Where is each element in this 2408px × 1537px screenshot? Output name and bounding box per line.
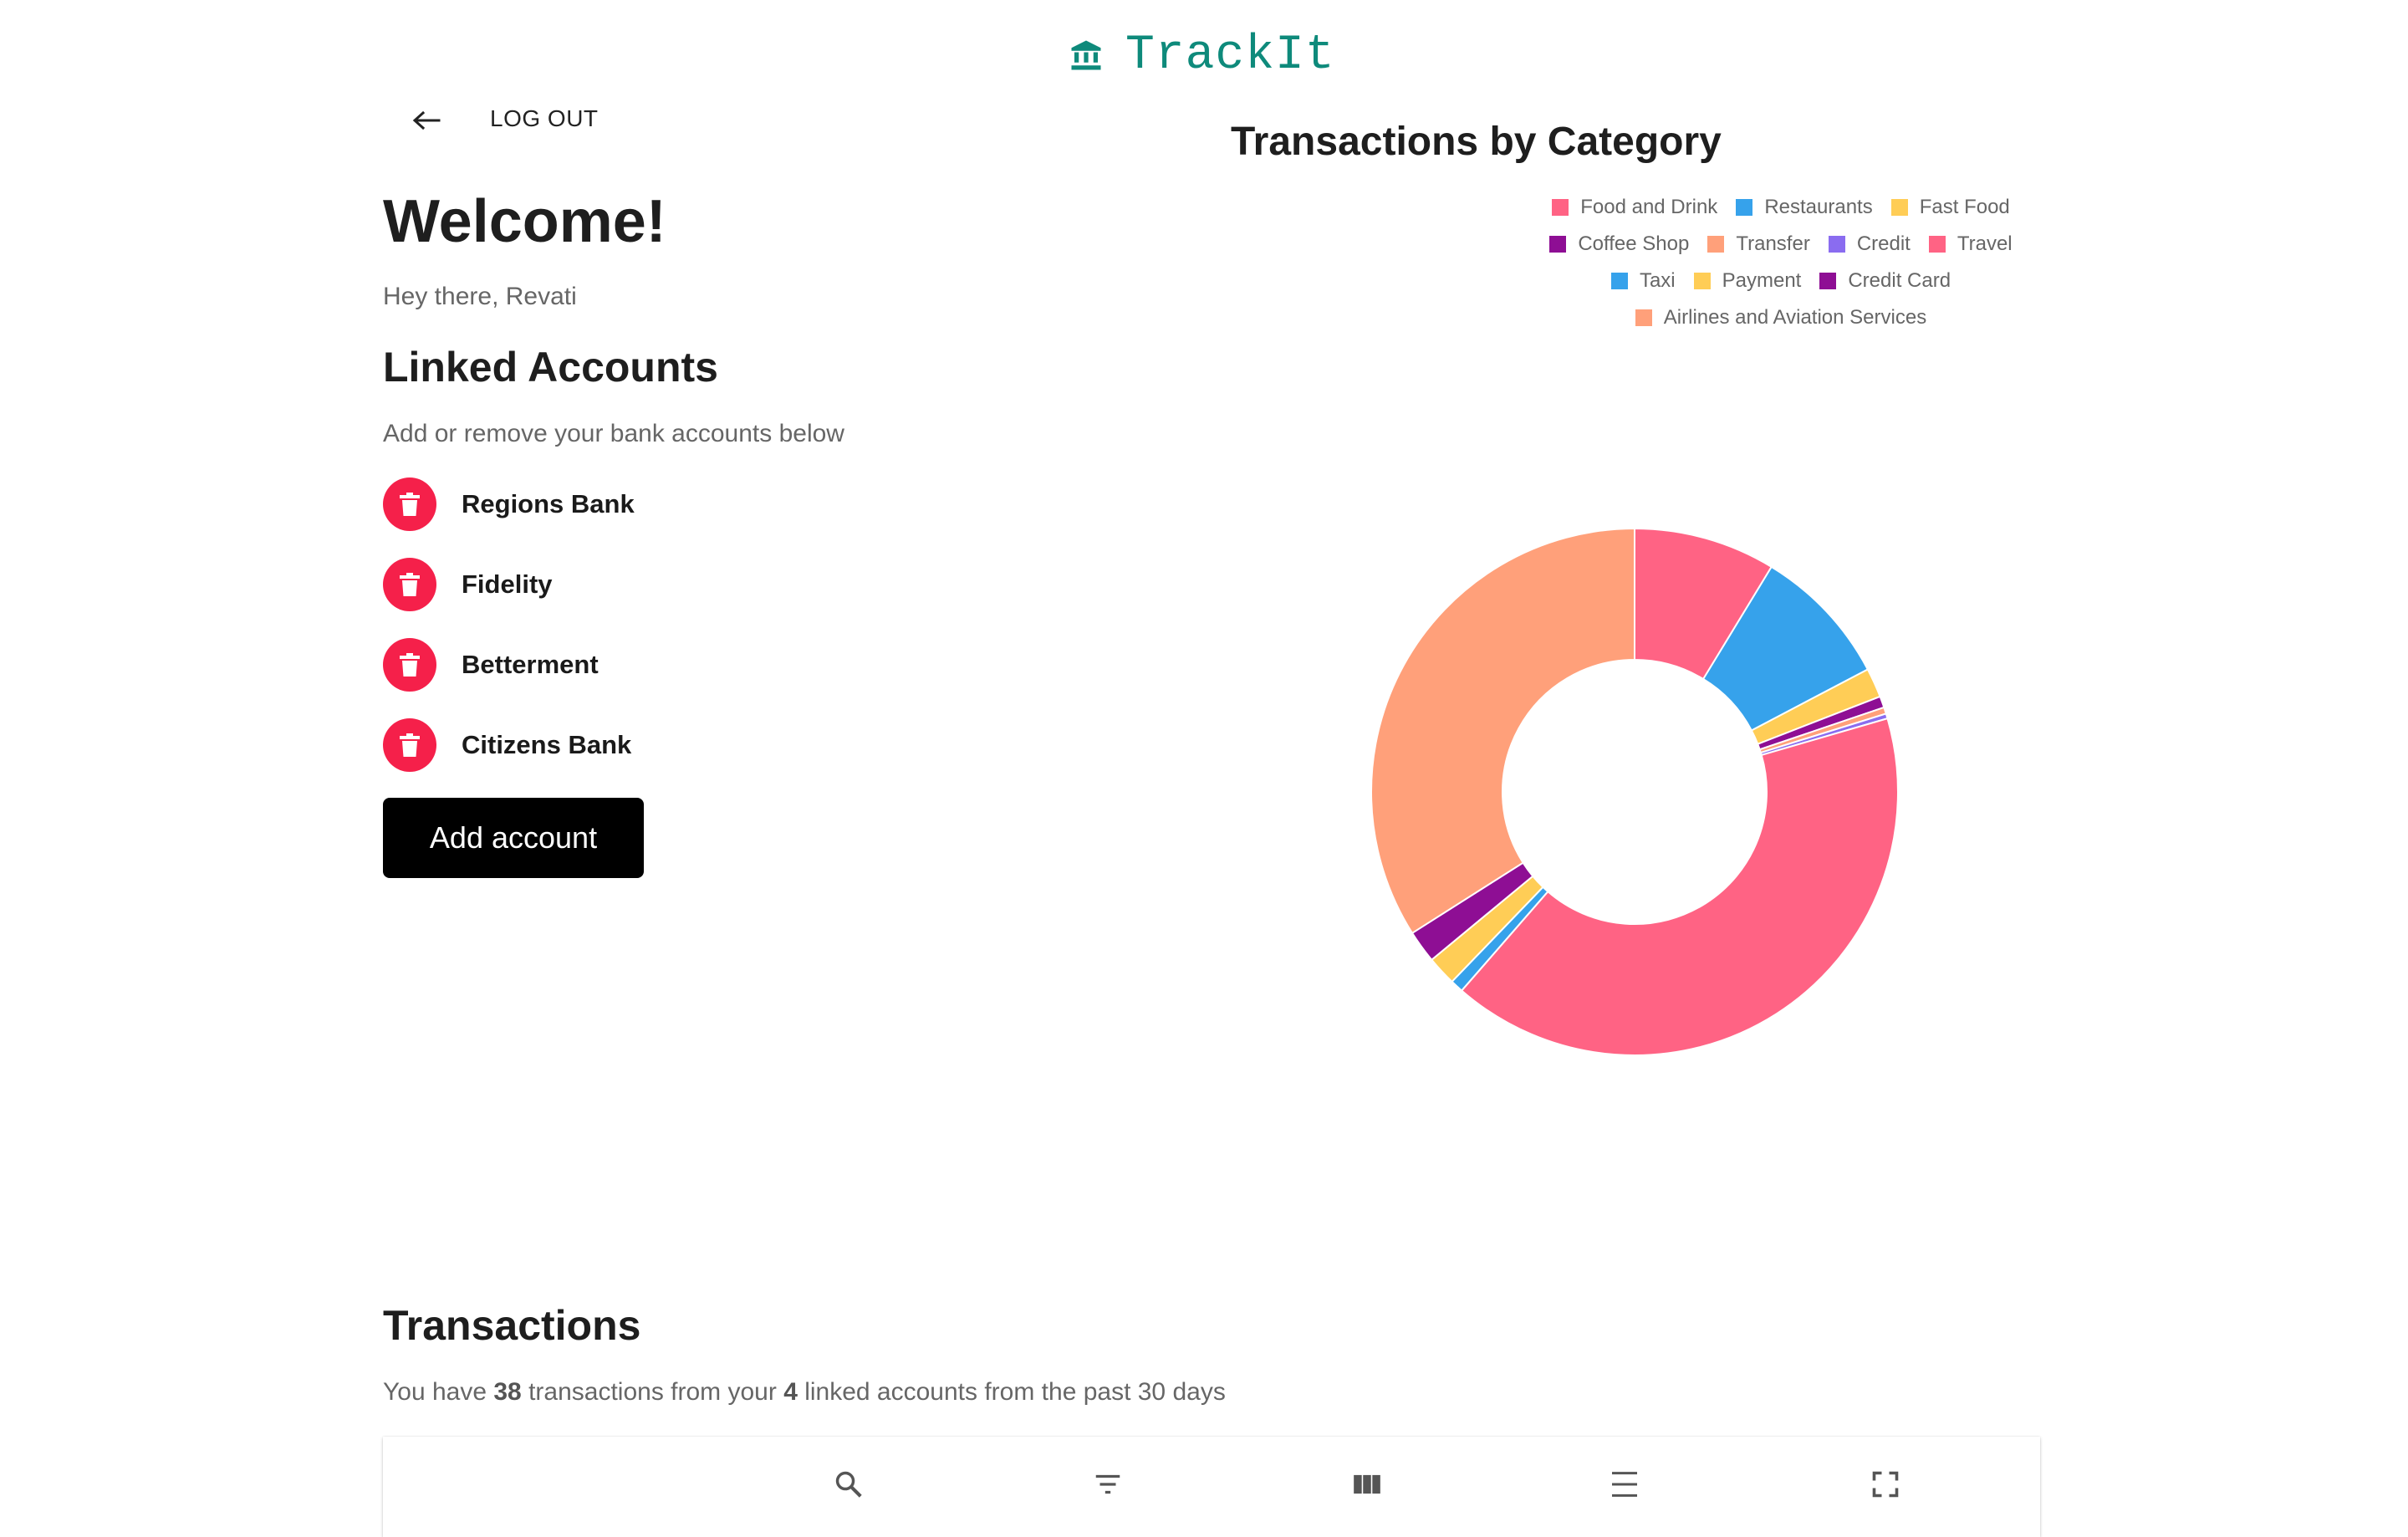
account-name: Betterment [462, 650, 599, 679]
linked-accounts-heading: Linked Accounts [383, 344, 718, 391]
legend-swatch [1890, 199, 1908, 216]
summary-text: linked accounts from the past 30 days [797, 1378, 1226, 1406]
legend-label: Taxi [1639, 269, 1676, 292]
legend-label: Credit [1856, 232, 1911, 255]
delete-account-button[interactable] [383, 558, 436, 611]
legend-label: Airlines and Aviation Services [1663, 306, 1927, 329]
legend-item[interactable]: Restaurants [1736, 196, 1873, 219]
legend-item[interactable]: Payment [1693, 269, 1802, 293]
search-icon [835, 1471, 862, 1498]
chart-legend-row: Taxi Payment Credit Card [1237, 269, 2324, 293]
delete-account-button[interactable] [383, 638, 436, 692]
chart-legend-row: Coffee Shop Transfer Credit Travel [1237, 232, 2324, 256]
delete-account-button[interactable] [383, 477, 436, 531]
transactions-summary: You have 38 transactions from your 4 lin… [383, 1378, 1226, 1407]
account-name: Citizens Bank [462, 730, 632, 759]
density-icon [1612, 1472, 1637, 1497]
add-account-button[interactable]: Add account [383, 798, 644, 878]
fullscreen-button[interactable] [1865, 1463, 1906, 1505]
transaction-count: 38 [493, 1378, 522, 1406]
legend-swatch [1610, 273, 1628, 289]
account-item: Betterment [383, 637, 599, 692]
back-button[interactable] [405, 102, 448, 139]
legend-swatch [1635, 309, 1652, 326]
account-item: Citizens Bank [383, 717, 631, 773]
trash-icon [400, 733, 420, 757]
legend-swatch [1549, 236, 1567, 253]
legend-swatch [1552, 199, 1569, 216]
account-count: 4 [783, 1378, 798, 1406]
legend-label: Food and Drink [1580, 196, 1718, 218]
page-title: Welcome! [383, 188, 666, 255]
legend-swatch [1707, 236, 1725, 253]
app-brand: TrackIt [1069, 28, 1335, 83]
account-name: Regions Bank [462, 489, 635, 518]
account-item: Regions Bank [383, 477, 635, 532]
legend-swatch [1819, 273, 1837, 289]
delete-account-button[interactable] [383, 718, 436, 772]
app-name: TrackIt [1125, 28, 1335, 83]
legend-label: Travel [1956, 232, 2013, 255]
legend-item[interactable]: Airlines and Aviation Services [1635, 306, 1926, 329]
legend-item[interactable]: Fast Food [1890, 196, 2010, 219]
legend-item[interactable]: Credit Card [1819, 269, 1951, 293]
legend-label: Coffee Shop [1578, 232, 1690, 255]
legend-swatch [1693, 273, 1711, 289]
legend-swatch [1736, 199, 1753, 216]
filter-button[interactable] [1087, 1463, 1129, 1505]
bank-icon [1071, 40, 1101, 70]
logout-button[interactable]: LOG OUT [490, 105, 599, 132]
account-item: Fidelity [383, 557, 553, 612]
legend-item[interactable]: Credit [1828, 232, 1911, 256]
legend-label: Transfer [1736, 232, 1810, 255]
filter-icon [1095, 1474, 1120, 1494]
legend-item[interactable]: Coffee Shop [1549, 232, 1689, 256]
chart-title: Transactions by Category [1231, 120, 1722, 164]
legend-item[interactable]: Taxi [1610, 269, 1676, 293]
account-name: Fidelity [462, 569, 553, 599]
trash-icon [400, 573, 420, 596]
legend-label: Payment [1722, 269, 1802, 292]
legend-swatch [1928, 236, 1946, 253]
density-button[interactable] [1604, 1463, 1645, 1505]
fullscreen-icon [1872, 1471, 1899, 1498]
legend-label: Credit Card [1848, 269, 1951, 292]
chart-legend-row: Food and Drink Restaurants Fast Food [1237, 196, 2324, 219]
transactions-heading: Transactions [383, 1302, 641, 1349]
view-column-icon [1354, 1474, 1380, 1494]
legend-label: Fast Food [1919, 196, 2010, 218]
legend-label: Restaurants [1764, 196, 1873, 218]
summary-text: transactions from your [521, 1378, 784, 1406]
search-button[interactable] [828, 1463, 870, 1505]
chart-legend-row: Airlines and Aviation Services [1237, 306, 2324, 329]
legend-swatch [1828, 236, 1845, 253]
view-columns-button[interactable] [1346, 1463, 1388, 1505]
summary-text: You have [383, 1378, 494, 1406]
linked-accounts-subtitle: Add or remove your bank accounts below [383, 420, 844, 447]
arrow-left-icon [412, 110, 441, 130]
legend-item[interactable]: Food and Drink [1552, 196, 1717, 219]
greeting-text: Hey there, Revati [383, 283, 577, 310]
trash-icon [400, 653, 420, 677]
donut-slice-airlines-and-aviation-services[interactable] [1371, 529, 1635, 935]
legend-item[interactable]: Travel [1928, 232, 2013, 256]
trash-icon [400, 493, 420, 516]
transactions-table [383, 1437, 2040, 1537]
legend-item[interactable]: Transfer [1707, 232, 1810, 256]
category-donut-chart [1371, 529, 1898, 1055]
